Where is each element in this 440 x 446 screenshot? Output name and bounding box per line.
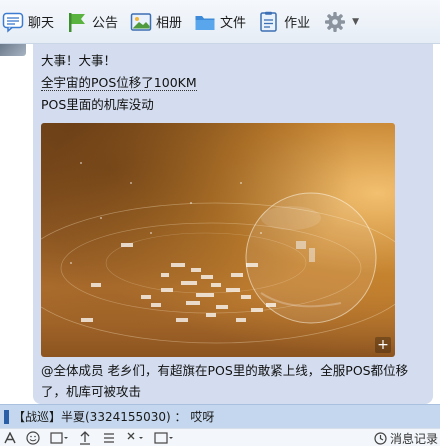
message-line: POS里面的机库没动 <box>41 97 154 112</box>
notification-text: 【战巡】半夏(3324155030) ： 哎呀 <box>13 410 215 424</box>
message-line: 大事！大事！ <box>41 53 117 68</box>
flag-icon <box>66 11 88 33</box>
screenshot-icon[interactable] <box>50 429 68 446</box>
new-message-notification[interactable]: 【战巡】半夏(3324155030) ： 哎呀 <box>0 404 440 428</box>
chat-area[interactable]: 大事！大事！ 全宇宙的POS位移了100KM POS里面的机库没动 + @全体成… <box>0 44 440 404</box>
notification-marker <box>4 409 9 424</box>
chevron-down-icon: ▼ <box>352 16 359 27</box>
chat-icon <box>2 11 24 33</box>
message-line-text: 全宇宙的POS位移了100KM <box>41 75 197 91</box>
tab-album[interactable]: 相册 <box>124 0 188 44</box>
input-toolbar: 消息记录 <box>0 428 440 446</box>
expand-image-button[interactable]: + <box>375 337 391 353</box>
tab-files[interactable]: 文件 <box>188 0 252 44</box>
announcement-text: @全体成员 老乡们，有超旗在POS里的敢紧上线，全服POS都位移了，机库可被攻击 <box>41 363 409 399</box>
tab-homework[interactable]: 作业 <box>252 0 316 44</box>
tab-label: 文件 <box>220 16 247 31</box>
tab-label: 公告 <box>92 16 119 31</box>
font-icon[interactable] <box>4 429 16 446</box>
clock-icon <box>374 431 387 445</box>
shake-icon[interactable] <box>78 429 92 446</box>
tab-announcement[interactable]: 公告 <box>60 0 124 44</box>
message-bubble: 大事！大事！ 全宇宙的POS位移了100KM POS里面的机库没动 + @全体成… <box>33 44 433 404</box>
tools-icon[interactable] <box>126 429 144 446</box>
gear-icon <box>324 11 346 33</box>
message-history-button[interactable]: 消息记录 <box>374 429 438 446</box>
message-line: 全宇宙的POS位移了100KM <box>41 72 425 94</box>
image-send-icon[interactable] <box>154 429 174 446</box>
emoji-icon[interactable] <box>26 429 40 446</box>
homework-icon <box>258 11 280 33</box>
tab-chat[interactable]: 聊天 <box>0 0 60 44</box>
message-image[interactable]: + <box>41 123 395 357</box>
history-label: 消息记录 <box>389 431 438 446</box>
settings-button[interactable]: ▼ <box>318 0 365 44</box>
group-toolbar: 聊天 公告 相册 文件 作业 ▼ <box>0 0 440 44</box>
tab-label: 作业 <box>284 16 311 31</box>
tab-label: 聊天 <box>28 16 55 31</box>
folder-icon <box>194 11 216 33</box>
photo-icon <box>130 11 152 33</box>
avatar[interactable] <box>0 44 26 56</box>
tab-label: 相册 <box>156 16 183 31</box>
music-icon[interactable] <box>102 429 116 446</box>
